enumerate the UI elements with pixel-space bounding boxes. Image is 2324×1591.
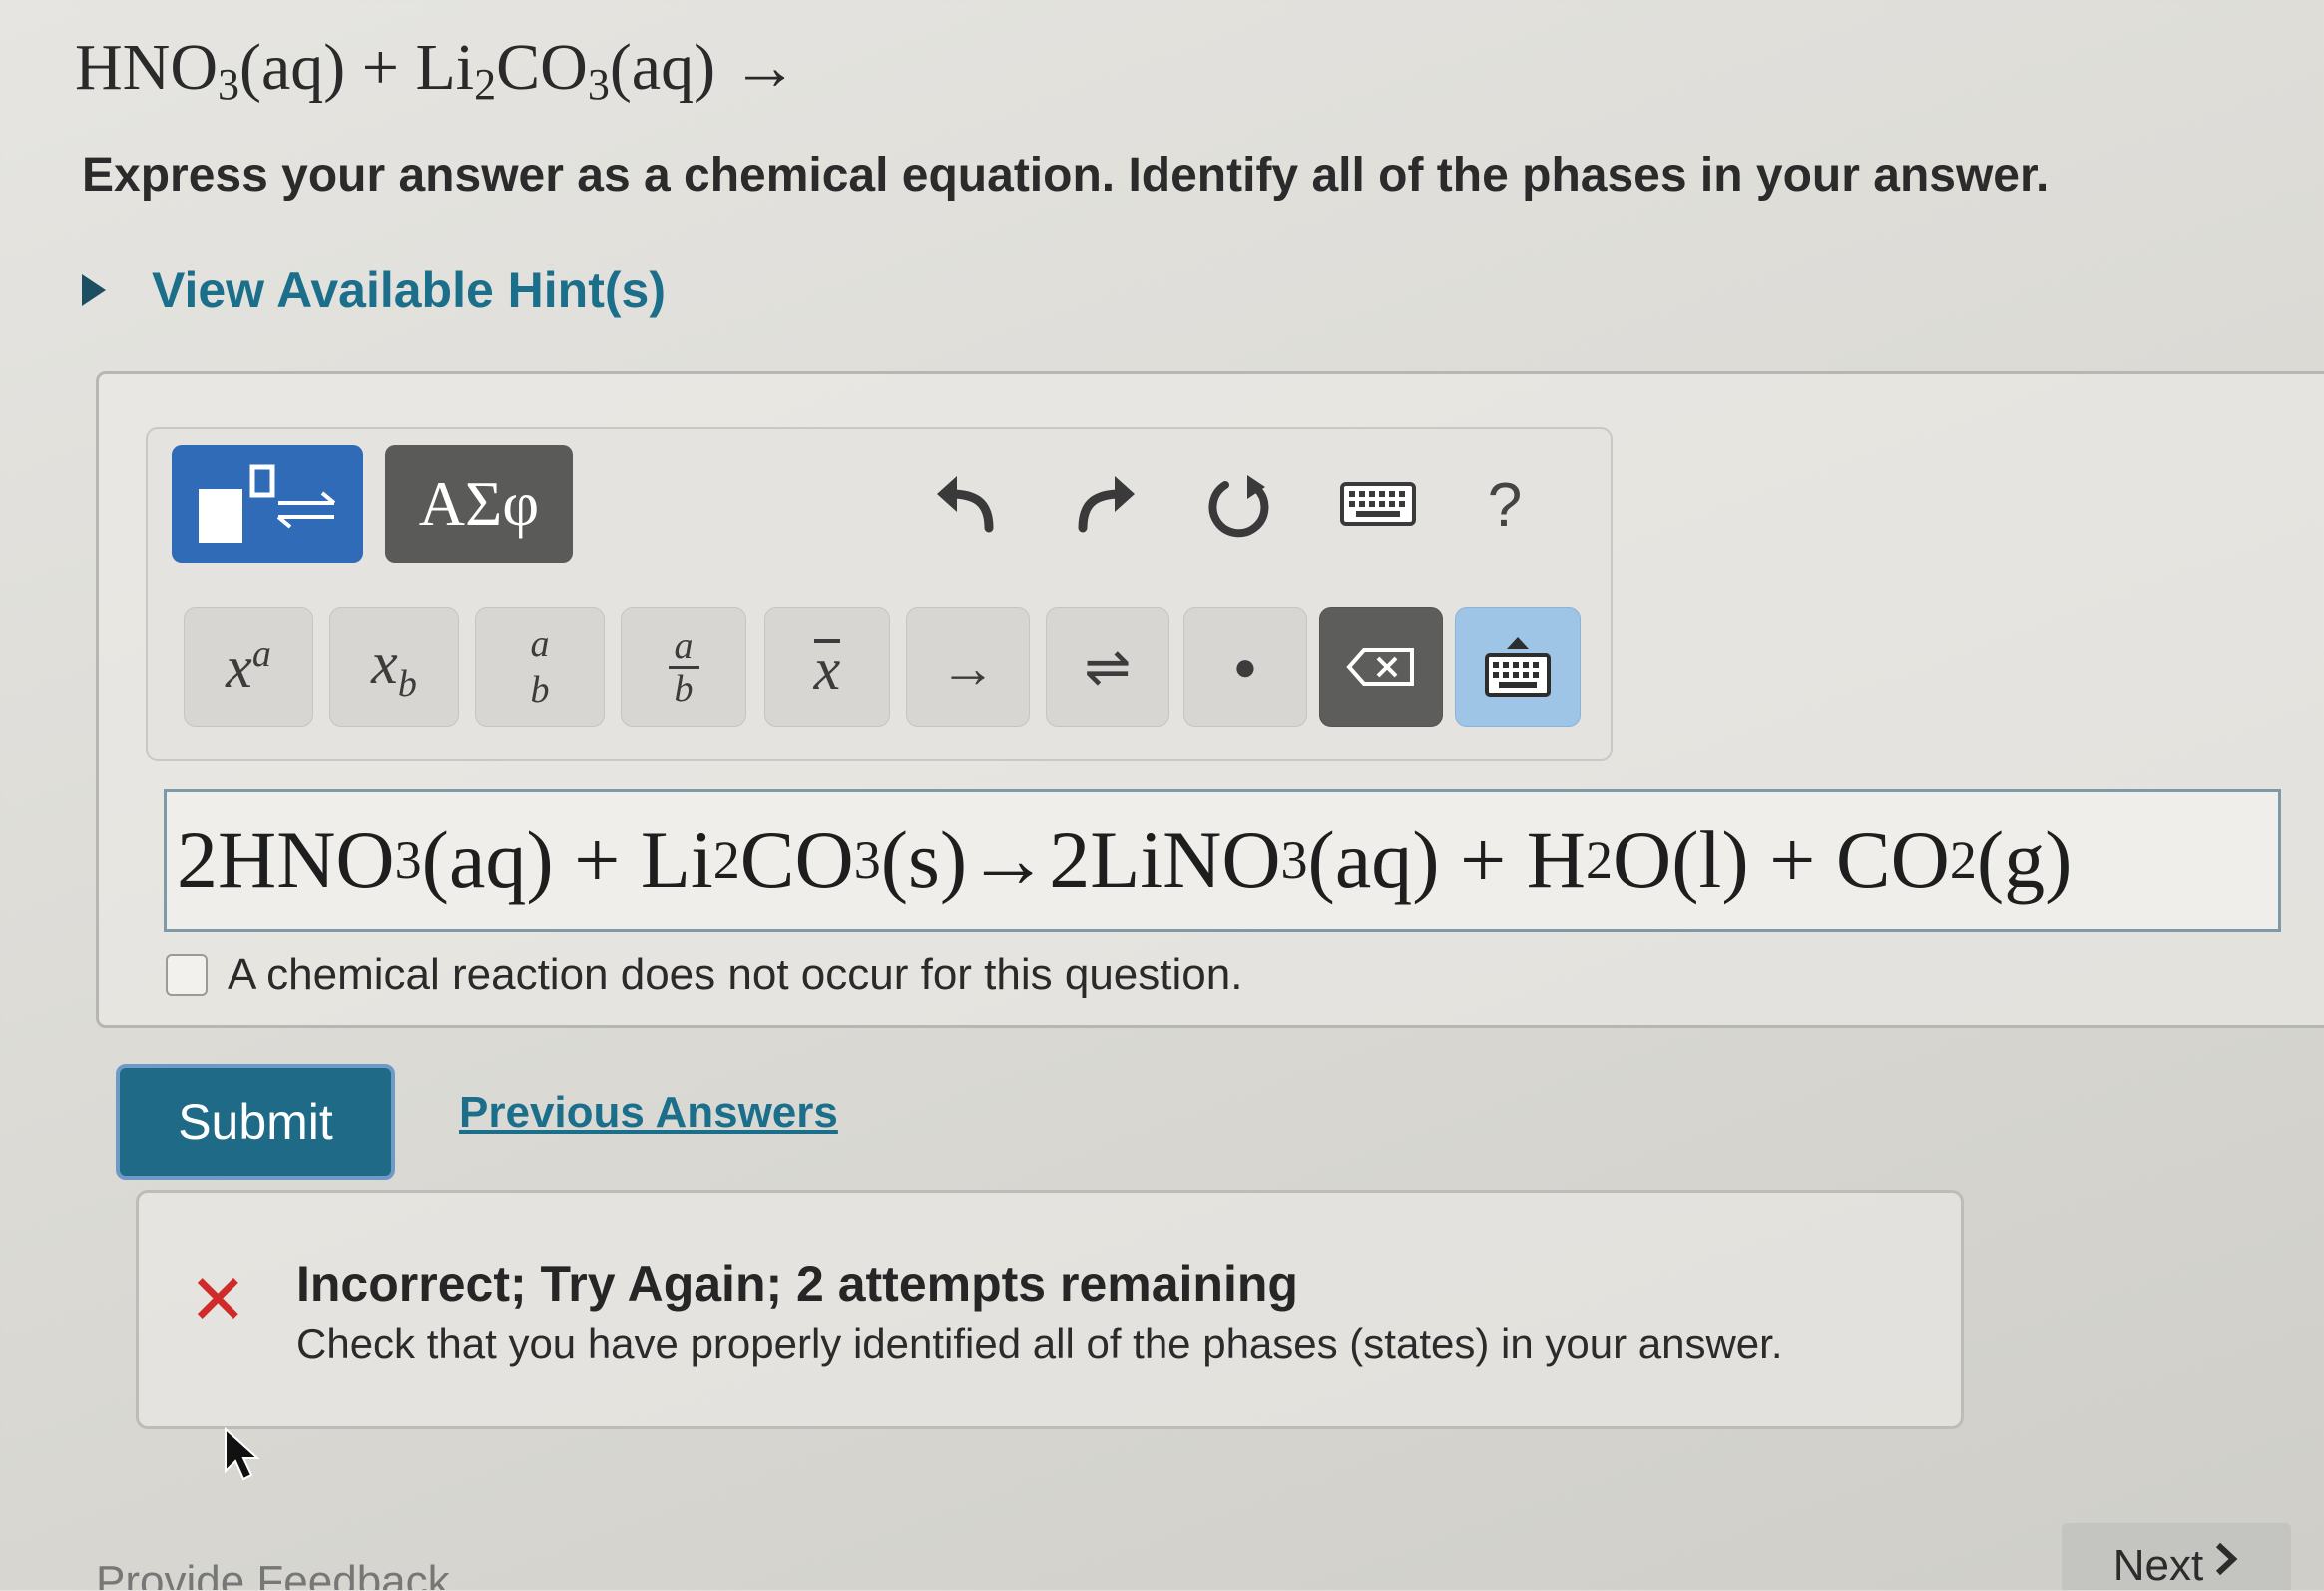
reaction-arrow-key[interactable]: → bbox=[906, 607, 1030, 727]
previous-answers-link[interactable]: Previous Answers bbox=[459, 1088, 838, 1138]
no-reaction-label: A chemical reaction does not occur for t… bbox=[228, 950, 1243, 999]
subscript-glyph: xb bbox=[371, 629, 417, 705]
feedback-title: Incorrect; Try Again; 2 attempts remaini… bbox=[296, 1256, 1298, 1312]
equation-input[interactable]: 2HNO 3 (aq) + Li 2 CO 3 (s)→2LiNO 3 (aq) + H 2 O(l… bbox=[164, 789, 2281, 932]
reaction-arrow-icon: → bbox=[940, 635, 996, 699]
instruction-text: Express your answer as a chemical equati… bbox=[82, 149, 2050, 202]
feedback-box: ✕ Incorrect; Try Again; 2 attempts remai… bbox=[136, 1190, 1964, 1429]
question-subscript: 2 bbox=[474, 60, 497, 109]
provide-feedback-link[interactable]: Provide Feedback bbox=[96, 1557, 450, 1590]
equation-part: (aq) + Li bbox=[421, 814, 713, 905]
fraction-key[interactable]: ab bbox=[475, 607, 605, 727]
question-part: (aq) → bbox=[609, 31, 798, 104]
backspace-icon bbox=[1346, 648, 1414, 686]
subscript-key[interactable]: xb bbox=[329, 607, 459, 727]
virtual-keyboard-toggle[interactable] bbox=[1455, 607, 1581, 727]
next-button[interactable]: Next bbox=[2062, 1523, 2291, 1590]
question-part: CO bbox=[496, 31, 588, 104]
reset-icon[interactable] bbox=[1199, 465, 1279, 545]
feedback-message: Check that you have properly identified … bbox=[296, 1321, 1783, 1367]
equation-toolbar: ΑΣφ ? xa xb ab ab x → ⇌ ● bbox=[146, 427, 1613, 761]
equation-part: 2HNO bbox=[177, 814, 395, 905]
keyboard-icon bbox=[1485, 637, 1551, 697]
symbols-mode-button[interactable]: ΑΣφ bbox=[385, 445, 573, 563]
mouse-pointer-icon bbox=[225, 1427, 260, 1481]
disclosure-triangle-icon bbox=[82, 274, 106, 306]
equation-subscript: 2 bbox=[712, 830, 740, 890]
equation-part: (s)→2LiNO bbox=[880, 814, 1281, 905]
overbar-key[interactable]: x bbox=[764, 607, 890, 727]
question-subscript: 3 bbox=[587, 60, 610, 109]
question-part: HNO bbox=[75, 31, 218, 104]
equation-part: (aq) + H bbox=[1307, 814, 1587, 905]
chevron-right-icon bbox=[2216, 1542, 2238, 1576]
dot-key[interactable]: ● bbox=[1183, 607, 1307, 727]
redo-icon[interactable] bbox=[1066, 465, 1146, 545]
keyboard-shortcuts-icon[interactable] bbox=[1333, 465, 1423, 545]
submit-button[interactable]: Submit bbox=[116, 1064, 395, 1180]
equilibrium-arrow-icon: ⇌ bbox=[1084, 635, 1132, 698]
fraction-glyph: ab bbox=[530, 623, 550, 711]
equation-subscript: 2 bbox=[1949, 830, 1977, 890]
equation-subscript: 3 bbox=[853, 830, 881, 890]
equation-subscript: 3 bbox=[1280, 830, 1308, 890]
equation-subscript: 2 bbox=[1586, 830, 1614, 890]
incorrect-x-icon: ✕ bbox=[189, 1261, 247, 1338]
equation-part: (g) bbox=[1976, 814, 2073, 905]
stacked-fraction-glyph: ab bbox=[668, 626, 699, 709]
view-hints-link[interactable]: View Available Hint(s) bbox=[82, 262, 666, 319]
superscript-glyph: xa bbox=[226, 633, 271, 700]
equation-part: CO bbox=[739, 814, 854, 905]
no-reaction-option: A chemical reaction does not occur for t… bbox=[166, 950, 1242, 1000]
question-subscript: 3 bbox=[218, 60, 239, 109]
next-label: Next bbox=[2112, 1541, 2204, 1590]
superscript-key[interactable]: xa bbox=[184, 607, 313, 727]
overbar-glyph: x bbox=[813, 636, 841, 702]
equilibrium-arrow-key[interactable]: ⇌ bbox=[1046, 607, 1169, 727]
equation-subscript: 3 bbox=[394, 830, 422, 890]
templates-mode-button[interactable] bbox=[172, 445, 363, 563]
help-button[interactable]: ? bbox=[1465, 465, 1545, 545]
template-equilibrium-icon bbox=[199, 464, 336, 543]
question-equation: HNO3(aq) + Li2CO3(aq) → bbox=[75, 30, 798, 110]
equation-part: O(l) + CO bbox=[1613, 814, 1950, 905]
question-part: (aq) + Li bbox=[239, 31, 475, 104]
view-hints-label: View Available Hint(s) bbox=[152, 263, 666, 318]
no-reaction-checkbox[interactable] bbox=[166, 954, 208, 996]
stacked-fraction-key[interactable]: ab bbox=[621, 607, 746, 727]
backspace-key[interactable] bbox=[1319, 607, 1443, 727]
undo-icon[interactable] bbox=[926, 465, 1006, 545]
dot-icon: ● bbox=[1232, 644, 1258, 689]
